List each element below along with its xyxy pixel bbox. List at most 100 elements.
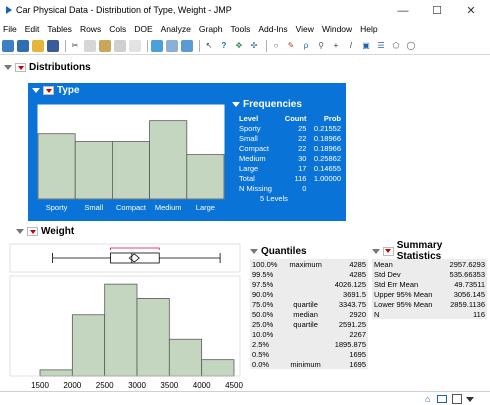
stat-name: Std Err Mean [374, 279, 419, 289]
table-row: Medium 30 0.25862 [238, 153, 342, 163]
menu-rows[interactable]: Rows [80, 24, 101, 34]
shape-icon[interactable]: ⬠ [390, 40, 402, 52]
quantiles-report: Quantiles 100.0% maximum 4285 99.5% 4285 97… [250, 244, 368, 391]
menu-file[interactable]: File [3, 24, 17, 34]
magnifier-tool-icon[interactable]: ⚲ [315, 40, 327, 52]
cut-icon[interactable]: ✂ [69, 40, 81, 52]
shortest-half-bracket [110, 247, 160, 250]
frequencies-title: Frequencies [243, 98, 302, 110]
new-data-table-icon[interactable] [2, 39, 14, 52]
quantile-pct: 90.0% [252, 289, 274, 299]
prob-cell: 0.25862 [313, 153, 341, 163]
levels-count: 5 Levels [260, 193, 288, 203]
collapse-icon[interactable] [232, 101, 240, 107]
quantile-pct: 99.5% [252, 269, 274, 279]
collapse-icon[interactable] [16, 229, 24, 234]
prob-cell: 0.18966 [313, 143, 341, 153]
collapse-icon[interactable] [372, 248, 380, 254]
table-row: 10.0% 2267 [250, 329, 368, 339]
level-cell: Total [239, 173, 255, 183]
collapse-icon[interactable] [32, 88, 40, 93]
brush-tool-icon[interactable]: ✎ [285, 40, 297, 52]
distributions-outline: Distributions [4, 62, 91, 73]
empty-cell [307, 183, 342, 193]
maximize-button[interactable]: ☐ [422, 2, 452, 20]
table-icon[interactable] [166, 39, 178, 52]
menu-view[interactable]: View [296, 24, 314, 34]
x-tick-label: 4500 [225, 381, 243, 390]
quantile-pct: 0.0% [252, 359, 270, 369]
quantile-label: quartile [293, 299, 318, 309]
window-list-icon[interactable] [437, 395, 447, 403]
home-icon[interactable]: ⌂ [425, 394, 430, 404]
open-icon[interactable] [32, 39, 44, 52]
quantile-label: minimum [290, 359, 321, 369]
close-button[interactable]: ✕ [456, 2, 486, 20]
red-triangle-menu-icon[interactable] [383, 246, 394, 256]
type-bar-chart[interactable]: Sporty Small Compact Medium Large [30, 99, 230, 219]
dropdown-arrow-icon[interactable] [466, 397, 474, 402]
prob-header: Prob [323, 113, 341, 123]
table-row: 2.5% 1895.875 [250, 339, 368, 349]
oval-icon[interactable]: ◯ [405, 40, 417, 52]
count-cell: 25 [298, 123, 307, 133]
help-tool-icon[interactable]: ? [218, 40, 230, 52]
weight-histogram-chart[interactable]: 1500 2000 2500 3000 3500 4000 4500 [8, 242, 244, 392]
minimize-button[interactable]: — [388, 2, 418, 20]
paste-icon[interactable] [99, 39, 111, 52]
save-icon[interactable] [47, 39, 59, 52]
histogram-bar [136, 298, 170, 377]
table-row: 75.0% quartile 3343.75 [250, 299, 368, 309]
red-triangle-menu-icon[interactable] [27, 227, 38, 236]
prob-cell: 0.14655 [313, 163, 341, 173]
distributions-title: Distributions [29, 62, 91, 73]
menu-edit[interactable]: Edit [25, 24, 40, 34]
copy-icon[interactable] [84, 39, 96, 52]
arrow-tool-icon[interactable]: ↖ [203, 40, 215, 52]
stat-value: 535.66353 [449, 269, 485, 279]
print-icon[interactable] [129, 39, 141, 52]
histogram-bar [104, 283, 138, 377]
red-triangle-menu-icon[interactable] [43, 86, 54, 95]
lasso-tool-icon[interactable]: ○ [270, 40, 282, 52]
collapse-icon[interactable] [250, 248, 258, 254]
menu-tools[interactable]: Tools [231, 24, 251, 34]
histogram-bar [168, 338, 203, 377]
menu-window[interactable]: Window [322, 24, 352, 34]
selection-tool-icon[interactable]: ✥ [233, 40, 245, 52]
copy-image-icon[interactable] [114, 39, 126, 52]
chart-builder-icon[interactable] [181, 39, 193, 52]
summary-statistics-outline: Summary Statistics [372, 240, 487, 262]
level-cell: Sporty [239, 123, 261, 133]
menu-doe[interactable]: DOE [134, 24, 152, 34]
simple-shape-icon[interactable]: ▣ [360, 40, 372, 52]
crosshair-tool-icon[interactable]: + [330, 40, 342, 52]
histogram-bar [39, 369, 73, 377]
table-row: N Missing 0 [238, 183, 342, 193]
quantiles-outline: Quantiles [250, 244, 368, 258]
quantile-value: 2920 [349, 309, 366, 319]
count-header: Count [284, 113, 307, 123]
chart-icon[interactable] [151, 39, 163, 52]
collapse-icon[interactable] [4, 65, 12, 70]
polygon-icon[interactable]: ☰ [375, 40, 387, 52]
annotate-tool-icon[interactable]: ρ [300, 40, 312, 52]
menu-add-ins[interactable]: Add-Ins [258, 24, 287, 34]
menu-cols[interactable]: Cols [109, 24, 126, 34]
prob-cell: 0.21552 [313, 123, 341, 133]
menu-help[interactable]: Help [360, 24, 377, 34]
toolbar-separator [266, 39, 267, 52]
menu-tables[interactable]: Tables [47, 24, 72, 34]
quantile-value: 2267 [349, 329, 366, 339]
stat-value: 2859.1136 [450, 299, 485, 309]
menu-graph[interactable]: Graph [199, 24, 223, 34]
scroller-tool-icon[interactable]: ✣ [248, 40, 260, 52]
toolbar-separator [199, 39, 200, 52]
new-script-icon[interactable] [17, 39, 29, 52]
line-tool-icon[interactable]: / [345, 40, 357, 52]
menu-analyze[interactable]: Analyze [161, 24, 191, 34]
quantile-value: 1695 [349, 359, 366, 369]
red-triangle-menu-icon[interactable] [15, 63, 26, 72]
quantile-value: 2591.25 [338, 319, 366, 329]
show-checkbox[interactable] [452, 394, 462, 404]
